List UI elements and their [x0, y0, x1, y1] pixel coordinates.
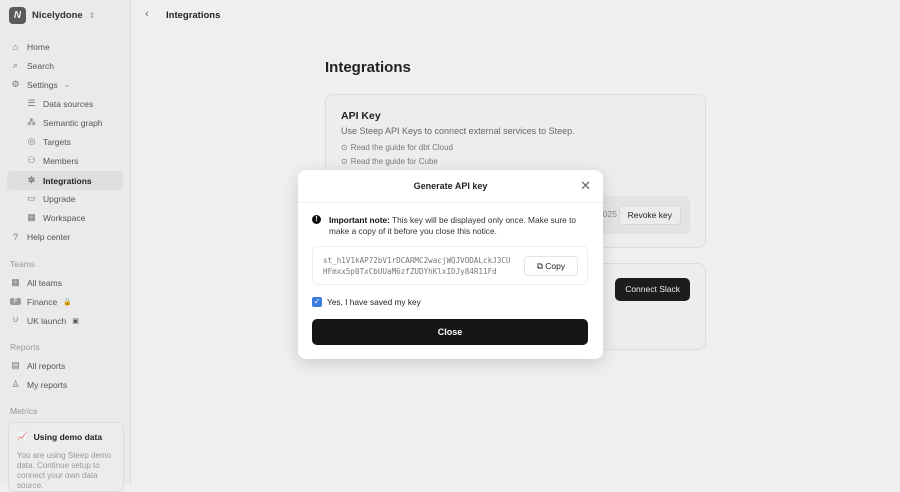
- note-bold: Important note:: [329, 215, 390, 225]
- copy-label: Copy: [545, 261, 566, 271]
- copy-icon: ⧉: [536, 261, 543, 271]
- checkbox-label: Yes, I have saved my key: [327, 297, 421, 307]
- modal-title: Generate API key: [413, 181, 488, 191]
- alert-icon: !: [312, 215, 321, 224]
- saved-key-checkbox[interactable]: ✓ Yes, I have saved my key: [312, 297, 421, 307]
- generate-api-key-modal: Generate API key ✕ ! Important note: Thi…: [298, 170, 603, 359]
- api-key-value[interactable]: st_h1V1kAP72bV1rDCARMC2wacjWQJVODALckJ3C…: [323, 256, 513, 277]
- checkbox-checked[interactable]: ✓: [312, 297, 322, 307]
- close-icon[interactable]: ✕: [580, 178, 591, 194]
- copy-button[interactable]: ⧉ Copy: [524, 256, 578, 276]
- close-button[interactable]: Close: [312, 319, 588, 345]
- important-note: ! Important note: This key will be displ…: [312, 215, 585, 237]
- api-key-box: st_h1V1kAP72bV1rDCARMC2wacjWQJVODALckJ3C…: [312, 246, 588, 285]
